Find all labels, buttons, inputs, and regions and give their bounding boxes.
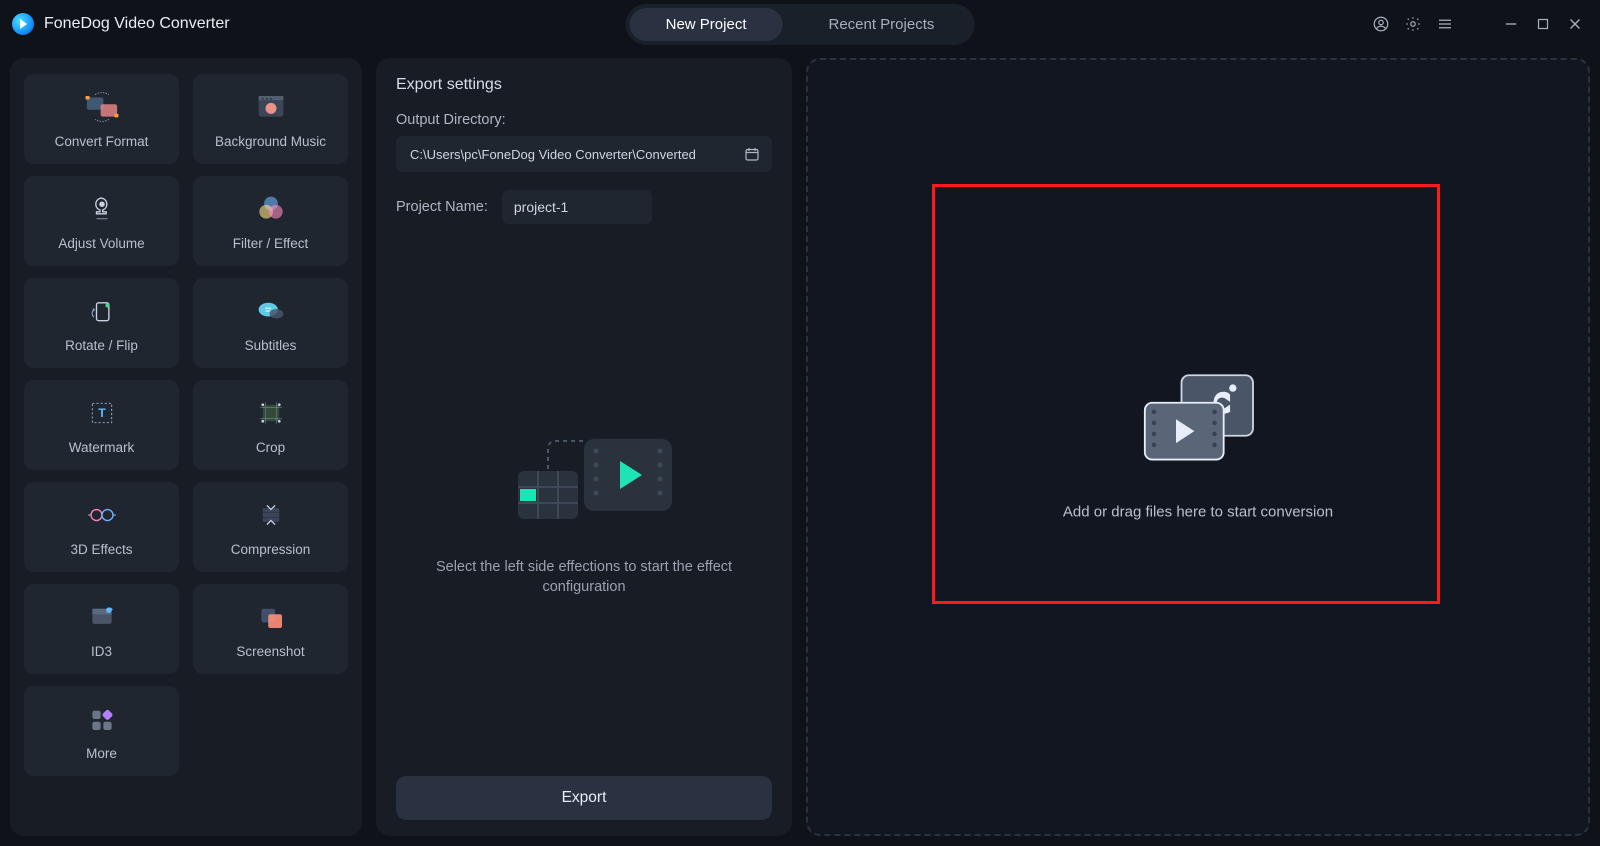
tool-label: Adjust Volume xyxy=(58,236,144,251)
window-controls xyxy=(1372,15,1584,33)
tool-label: Subtitles xyxy=(245,338,297,353)
tool-rotate-flip[interactable]: Rotate / Flip xyxy=(24,278,179,368)
export-button[interactable]: Export xyxy=(396,776,772,820)
tool-compression[interactable]: Compression xyxy=(193,482,348,572)
tool-label: Filter / Effect xyxy=(233,236,309,251)
three-d-icon xyxy=(80,498,124,532)
close-button[interactable] xyxy=(1566,15,1584,33)
title-bar: FoneDog Video Converter New Project Rece… xyxy=(0,0,1600,48)
rotate-flip-icon xyxy=(80,294,124,328)
tool-label: Rotate / Flip xyxy=(65,338,138,353)
id3-icon xyxy=(80,600,124,634)
project-tabs: New Project Recent Projects xyxy=(626,4,975,45)
output-directory-label: Output Directory: xyxy=(396,112,772,128)
effect-illustration-icon xyxy=(484,415,684,535)
tool-convert-format[interactable]: Convert Format xyxy=(24,74,179,164)
tool-3d-effects[interactable]: 3D Effects xyxy=(24,482,179,572)
tool-screenshot[interactable]: Screenshot xyxy=(193,584,348,674)
tool-id3[interactable]: ID3 xyxy=(24,584,179,674)
tool-label: Watermark xyxy=(69,440,135,455)
screenshot-icon xyxy=(249,600,293,634)
tool-subtitles[interactable]: Subtitles xyxy=(193,278,348,368)
export-settings-panel: Export settings Output Directory: C:\Use… xyxy=(376,58,792,836)
tool-crop[interactable]: Crop xyxy=(193,380,348,470)
output-directory-field[interactable]: C:\Users\pc\FoneDog Video Converter\Conv… xyxy=(396,136,772,172)
app-logo-icon xyxy=(12,13,34,35)
main-content: Convert Format Background Music Adjust V… xyxy=(0,48,1600,846)
compression-icon xyxy=(249,498,293,532)
tool-watermark[interactable]: T Watermark xyxy=(24,380,179,470)
spacer xyxy=(1468,15,1488,33)
tools-panel: Convert Format Background Music Adjust V… xyxy=(10,58,362,836)
project-name-input[interactable] xyxy=(502,190,652,224)
app-title: FoneDog Video Converter xyxy=(44,15,230,33)
svg-text:T: T xyxy=(98,406,106,420)
tool-more[interactable]: More xyxy=(24,686,179,776)
more-icon xyxy=(80,702,124,736)
settings-gear-icon[interactable] xyxy=(1404,15,1422,33)
project-name-label: Project Name: xyxy=(396,199,488,215)
tab-new-project[interactable]: New Project xyxy=(630,8,783,41)
convert-format-icon xyxy=(80,90,124,124)
effect-config-placeholder: Select the left side effections to start… xyxy=(396,236,772,776)
background-music-icon xyxy=(249,90,293,124)
tool-background-music[interactable]: Background Music xyxy=(193,74,348,164)
drop-zone-panel[interactable]: Add or drag files here to start conversi… xyxy=(806,58,1590,836)
tool-label: ID3 xyxy=(91,644,112,659)
watermark-icon: T xyxy=(80,396,124,430)
tool-label: More xyxy=(86,746,117,761)
tool-label: 3D Effects xyxy=(70,542,132,557)
tool-label: Screenshot xyxy=(236,644,304,659)
tool-adjust-volume[interactable]: Adjust Volume xyxy=(24,176,179,266)
menu-icon[interactable] xyxy=(1436,15,1454,33)
crop-icon xyxy=(249,396,293,430)
highlight-annotation xyxy=(932,184,1440,604)
brand: FoneDog Video Converter xyxy=(12,13,230,35)
account-icon[interactable] xyxy=(1372,15,1390,33)
tool-label: Background Music xyxy=(215,134,326,149)
tool-label: Convert Format xyxy=(55,134,149,149)
adjust-volume-icon xyxy=(80,192,124,226)
minimize-button[interactable] xyxy=(1502,15,1520,33)
export-settings-title: Export settings xyxy=(396,76,772,94)
tool-label: Compression xyxy=(231,542,311,557)
tool-label: Crop xyxy=(256,440,285,455)
maximize-button[interactable] xyxy=(1534,15,1552,33)
filter-effect-icon xyxy=(249,192,293,226)
output-directory-value: C:\Users\pc\FoneDog Video Converter\Conv… xyxy=(410,147,696,162)
browse-folder-icon[interactable] xyxy=(740,142,764,166)
subtitles-icon xyxy=(249,294,293,328)
tab-recent-projects[interactable]: Recent Projects xyxy=(792,8,970,41)
tool-filter-effect[interactable]: Filter / Effect xyxy=(193,176,348,266)
effect-instruction-text: Select the left side effections to start… xyxy=(424,557,744,598)
